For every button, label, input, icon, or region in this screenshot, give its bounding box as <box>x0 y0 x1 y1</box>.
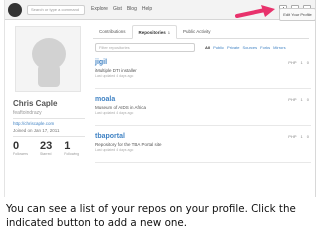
github-logo-icon[interactable] <box>8 3 22 17</box>
divider <box>13 118 85 119</box>
repo-type-filter: All Public Private Sources Forks Mirrors <box>205 45 286 50</box>
tab-label: Repositories <box>138 30 166 35</box>
filter-mirrors[interactable]: Mirrors <box>273 45 285 50</box>
filter-sources[interactable]: Sources <box>242 45 257 50</box>
profile-website[interactable]: http://chriscaple.com <box>13 121 54 126</box>
stat-label: Following <box>64 152 80 156</box>
filter-private[interactable]: Private <box>227 45 239 50</box>
slide-caption: You can see a list of your repos on your… <box>6 202 318 230</box>
stat-label: Followers <box>13 152 28 156</box>
repo-stats: PHP 1 0 <box>288 60 309 65</box>
tab-count: 1 <box>167 30 171 35</box>
stat-value: 1 <box>64 140 71 152</box>
tab-repositories[interactable]: Repositories 1 <box>131 25 178 39</box>
repo-name-link[interactable]: moala <box>95 96 115 103</box>
avatar <box>15 26 81 92</box>
profile-name: Chris Caple <box>13 99 58 108</box>
profile-joined: Joined on Jan 17, 2011 <box>13 128 60 133</box>
stat-value: 23 <box>39 140 53 152</box>
tab-contributions[interactable]: Contributions <box>93 25 132 39</box>
divider <box>13 136 85 137</box>
caption-line-1: You can see a list of your repos on your… <box>6 203 296 215</box>
repo-language: PHP <box>288 60 297 65</box>
profile-tabs: Contributions Repositories 1 Public Activ… <box>93 25 309 39</box>
nav-gist[interactable]: Gist <box>113 6 122 12</box>
filter-repos-input[interactable]: Filter repositories <box>95 43 195 52</box>
list-item: jigil iMultiple DTI installer Last updat… <box>95 56 311 89</box>
repo-description: Museum of AIDS in Africa <box>95 105 147 110</box>
repo-language: PHP <box>288 97 297 102</box>
stat-following[interactable]: 1 Following <box>64 140 79 156</box>
repo-updated: Last updated 4 days ago <box>95 111 134 115</box>
profile-username: feaftoindrazy <box>13 110 42 116</box>
stat-followers[interactable]: 0 Followers <box>13 140 28 156</box>
repo-forks[interactable]: 0 <box>307 97 309 102</box>
repo-description: iMultiple DTI installer <box>95 68 137 73</box>
octocat-body <box>38 65 60 87</box>
filter-forks[interactable]: Forks <box>260 45 270 50</box>
tab-label: Public Activity <box>183 29 211 34</box>
repo-stats: PHP 1 0 <box>288 97 309 102</box>
caption-line-2: indicated button to add a new one. <box>6 217 188 229</box>
profile-stats: 0 Followers 23 Starred 1 Following <box>13 140 79 156</box>
repo-stats: PHP 1 0 <box>288 134 309 139</box>
repo-name-link[interactable]: jigil <box>95 59 107 66</box>
filter-public[interactable]: Public <box>213 45 224 50</box>
repo-description: Repository for the TBA Portal site <box>95 142 162 147</box>
tab-label: Contributions <box>99 29 126 34</box>
screenshot: Search or type a command Explore Gist Bl… <box>4 0 316 197</box>
repo-stars[interactable]: 1 <box>301 134 303 139</box>
repo-stars[interactable]: 1 <box>301 60 303 65</box>
search-input[interactable]: Search or type a command <box>27 5 85 15</box>
website-link[interactable]: http://chriscaple.com <box>13 121 54 126</box>
list-item: moala Museum of AIDS in Africa Last upda… <box>95 93 311 126</box>
repo-updated: Last updated 4 days ago <box>95 148 134 152</box>
repo-forks[interactable]: 0 <box>307 60 309 65</box>
pointer-arrow-icon <box>235 5 275 18</box>
top-nav: Explore Gist Blog Help <box>91 6 152 12</box>
stat-starred[interactable]: 23 Starred <box>40 140 52 156</box>
repo-language: PHP <box>288 134 297 139</box>
stat-label: Starred <box>39 152 52 156</box>
filter-all[interactable]: All <box>205 45 210 50</box>
nav-help[interactable]: Help <box>142 6 152 12</box>
stat-value: 0 <box>13 140 20 152</box>
repo-forks[interactable]: 0 <box>307 134 309 139</box>
nav-explore[interactable]: Explore <box>91 6 108 12</box>
list-item: tbaportal Repository for the TBA Portal … <box>95 130 311 163</box>
repo-stars[interactable]: 1 <box>301 97 303 102</box>
edit-profile-button[interactable]: Edit Your Profile <box>279 8 315 21</box>
repo-updated: Last updated 4 days ago <box>95 74 134 78</box>
nav-blog[interactable]: Blog <box>127 6 137 12</box>
tab-public-activity[interactable]: Public Activity <box>177 25 217 39</box>
repo-name-link[interactable]: tbaportal <box>95 133 125 140</box>
